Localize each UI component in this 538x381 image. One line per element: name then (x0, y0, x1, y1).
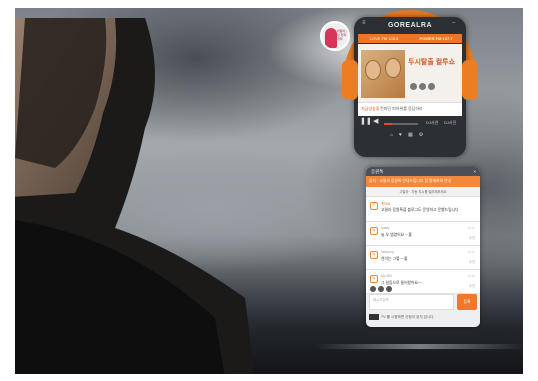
message-author: 좋아요 (381, 202, 391, 206)
message-author: Mo 500 (381, 274, 392, 278)
sea-glint (315, 344, 523, 349)
show-title: 두시탈출 컬투쇼 (408, 59, 456, 66)
calendar-icon[interactable]: ▦ (408, 132, 413, 138)
person-silhouette (15, 18, 255, 374)
heart-icon[interactable]: ♥ (399, 132, 402, 138)
pause-icon[interactable]: ❚❚ (360, 117, 372, 125)
show-button-2[interactable] (419, 83, 426, 90)
facebook-icon[interactable] (378, 286, 384, 292)
show-button-3[interactable] (428, 83, 435, 90)
show-photo (361, 50, 405, 98)
station-tabs: LOVE FM 103.5 POWER FM 107.7 (358, 34, 462, 43)
chat-header-title: 응원톡 (371, 169, 384, 174)
dj-photo-link[interactable]: DJ사진 (444, 120, 456, 126)
profile-avatar[interactable]: 바람이 불던 전화 개미 (320, 21, 350, 51)
home-icon[interactable]: ⌂ (390, 132, 393, 138)
player-title: GOREALRA (387, 22, 433, 29)
dj-story-link[interactable]: DJ사연 (426, 120, 438, 126)
minimize-icon[interactable]: – (452, 20, 455, 26)
headphone-right-cup (462, 60, 478, 100)
profile-figure (325, 28, 337, 48)
headphone-left-cup (342, 60, 358, 100)
show-buttons (410, 83, 435, 90)
message-time: 12:10 (467, 274, 475, 278)
recommend-link[interactable]: 추천 (469, 259, 475, 264)
send-button[interactable]: 등록 (457, 294, 477, 310)
message-time: 12:11 (467, 250, 475, 254)
recommend-link[interactable]: 추천 (469, 283, 475, 288)
volume-level (384, 123, 392, 125)
show-button-1[interactable] (410, 83, 417, 90)
chat-toolbar (370, 286, 392, 292)
chat-footer-text: TV 를 시청하면 신청이 공지 압니다 (381, 314, 434, 319)
dj-face-right (385, 58, 401, 78)
chat-header: 응원톡 × (366, 167, 480, 176)
settings-icon[interactable]: ⚙ (419, 132, 423, 138)
message-time: 12:11 (467, 226, 475, 230)
chat-notice[interactable]: 공지 · 고릴라 응원톡 안내드립니다 참 원재하의 안내 (366, 176, 480, 187)
chat-subtitle: 고릴라 · 자동 지시를 벌려해보세요 (366, 187, 480, 197)
message-text: 연이는 그렇~~좋 (381, 257, 408, 261)
player-controls: ❚❚ ◀ DJ사연 DJ사진 (358, 117, 462, 131)
message-text: 고릴라 응원톡을 블로그도 운영하고 문했드립니다 (381, 208, 459, 212)
share-icon[interactable] (370, 286, 376, 292)
twitter-icon[interactable] (386, 286, 392, 292)
tab-power-fm[interactable]: POWER FM 107.7 (410, 34, 462, 43)
list-item[interactable]: ✎ heeyung 연이는 그렇~~좋 12:11 추천 (366, 246, 480, 270)
list-item[interactable]: ✎ suaily 늘 오 앱였어요 ~ 좋 12:11 추천 (366, 222, 480, 246)
message-icon: ✎ (370, 275, 378, 283)
player-bottom-icons: ⌂ ♥ ▦ ⚙ (390, 132, 423, 138)
profile-caption: 바람이 불던 전화 개미 (337, 29, 349, 41)
message-icon: ✎ (370, 227, 378, 235)
tab-love-fm[interactable]: LOVE FM 103.5 (358, 34, 410, 43)
message-input[interactable]: 메시지입력 (369, 294, 454, 310)
tv-icon (369, 314, 379, 320)
message-author: suaily (381, 226, 390, 230)
close-icon[interactable]: × (473, 167, 476, 176)
chat-footer: TV 를 시청하면 신청이 공지 압니다 (369, 314, 434, 320)
volume-slider[interactable] (384, 123, 418, 125)
message-icon: ✎ (370, 251, 378, 259)
message-text: 늘 오 앱였어요 ~ 좋 (381, 233, 412, 237)
dj-face-left (365, 60, 381, 80)
chat-panel: 응원톡 × 공지 · 고릴라 응원톡 안내드립니다 참 원재하의 안내 고릴라 … (366, 167, 480, 327)
volume-icon[interactable]: ◀ (373, 117, 378, 125)
message-author: heeyung (381, 250, 394, 254)
list-item[interactable]: ! 좋아요 고릴라 응원톡을 블로그도 운영하고 문했드립니다 (366, 197, 480, 222)
onair-label: 지금방송중 (361, 106, 380, 111)
message-icon: ! (370, 202, 378, 210)
now-playing-screen: 두시탈출 컬투쇼 지금방송중 컨피던 피아위를 응답하라 (358, 44, 462, 116)
now-playing-text: 컨피던 피아위를 응답하라 (380, 106, 423, 111)
recommend-link[interactable]: 추천 (469, 235, 475, 240)
